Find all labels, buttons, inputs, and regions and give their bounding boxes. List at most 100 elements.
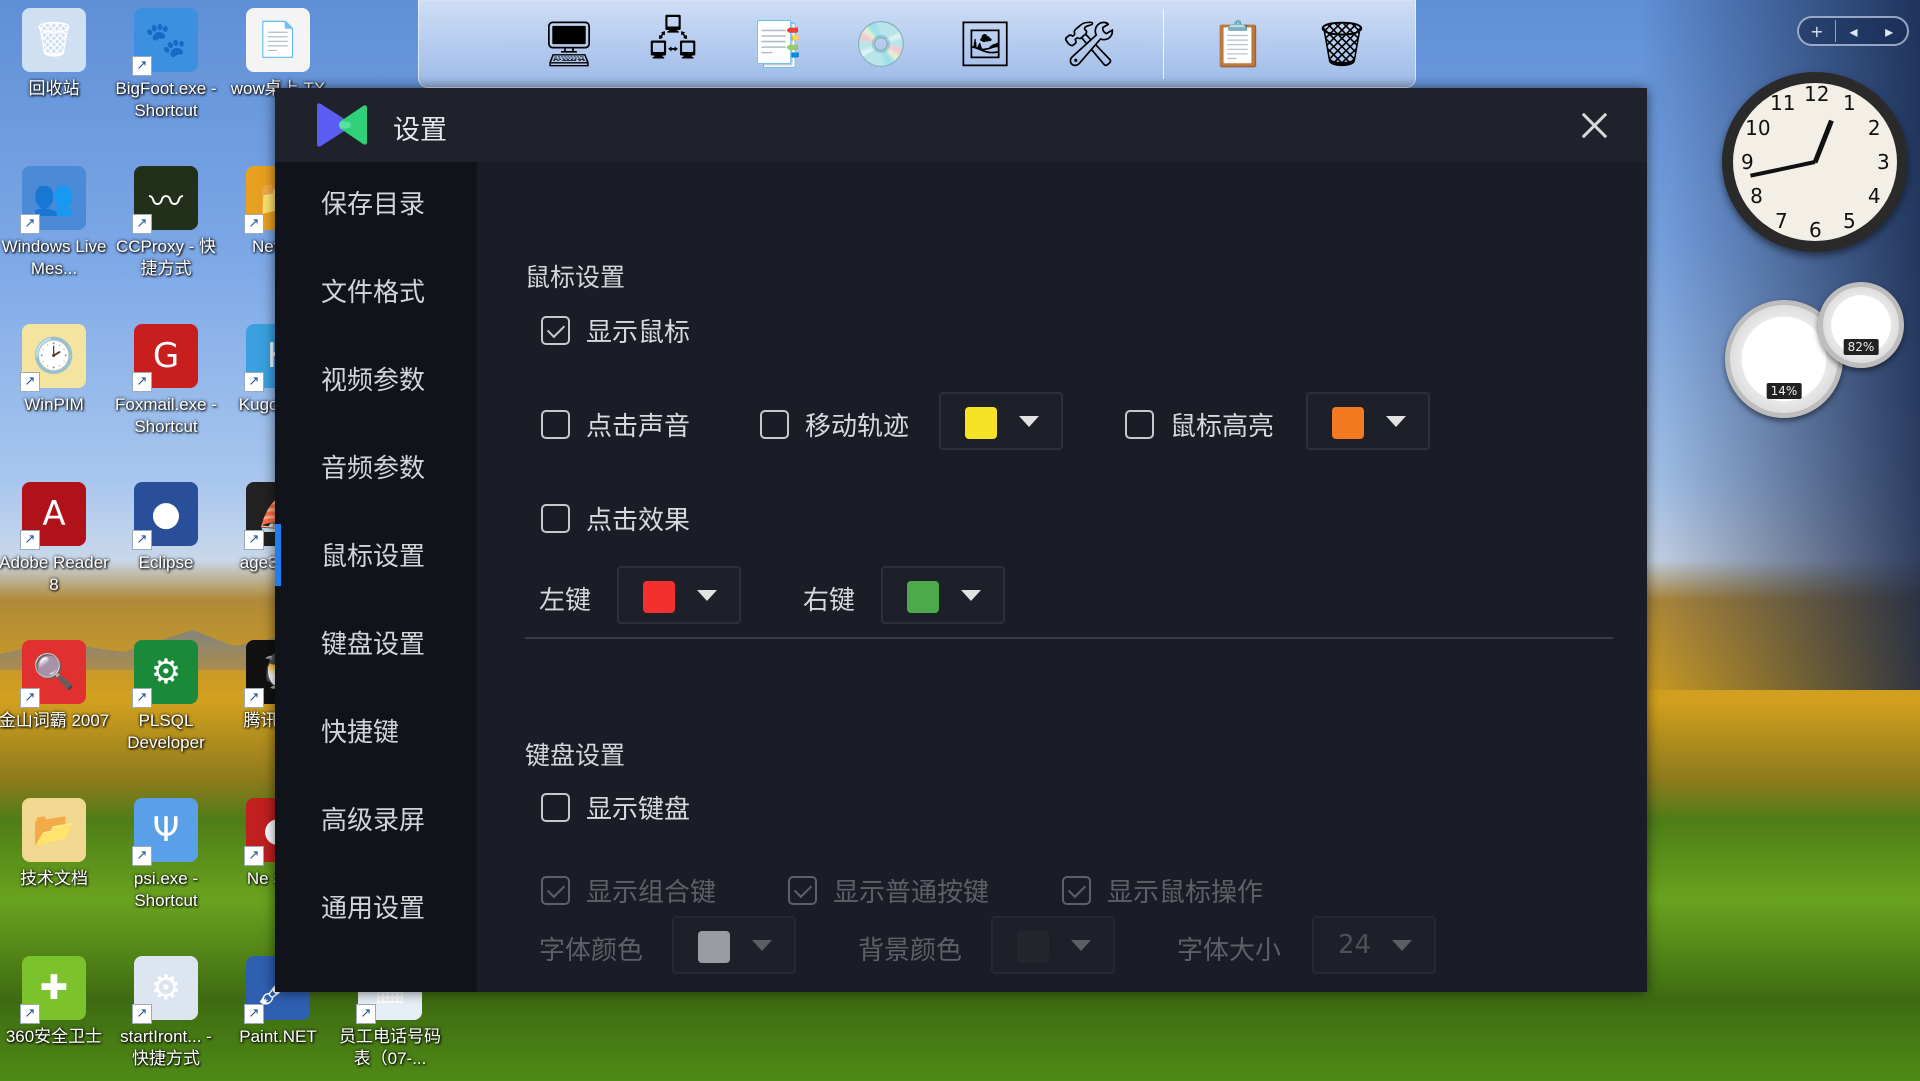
clock-number: 1 bbox=[1843, 91, 1856, 116]
checkbox-box[interactable] bbox=[788, 876, 817, 905]
right-button-color-select[interactable] bbox=[881, 566, 1005, 624]
desktop-icon[interactable]: 〰 ↗ CCProxy - 快捷方式 bbox=[110, 166, 222, 280]
checkbox-box[interactable] bbox=[541, 876, 570, 905]
move-trail-color-select[interactable] bbox=[939, 392, 1063, 450]
shortcut-arrow-icon: ↗ bbox=[20, 688, 40, 708]
bg-color-select[interactable] bbox=[991, 916, 1115, 974]
shortcut-arrow-icon: ↗ bbox=[244, 1004, 264, 1024]
desktop-icon[interactable]: ● ↗ Eclipse bbox=[110, 482, 222, 574]
next-gadget-button[interactable]: ▸ bbox=[1871, 22, 1907, 41]
recycle-bin-icon[interactable]: 🗑 bbox=[1312, 9, 1372, 79]
cursor-highlight-color-select[interactable] bbox=[1306, 392, 1430, 450]
left-button-color-select[interactable] bbox=[617, 566, 741, 624]
sidebar-nav-item[interactable]: 键盘设置 bbox=[321, 624, 425, 661]
settings-sidebar: 保存目录文件格式视频参数音频参数鼠标设置键盘设置快捷键高级录屏通用设置 bbox=[275, 162, 477, 992]
paw-icon: 🐾 ↗ bbox=[132, 8, 198, 76]
memory-meter-gadget[interactable]: 82% bbox=[1818, 282, 1904, 368]
desktop-icon[interactable]: G ↗ Foxmail.exe - Shortcut bbox=[110, 324, 222, 438]
cpu-meter-value: 14% bbox=[1766, 383, 1802, 399]
adobe-reader-icon: A ↗ bbox=[20, 482, 86, 550]
checkbox-box[interactable] bbox=[541, 410, 570, 439]
sidebar-nav-item[interactable]: 文件格式 bbox=[321, 272, 425, 309]
checkbox-box[interactable] bbox=[541, 316, 570, 345]
desktop-icon[interactable]: ✚ ↗ 360安全卫士 bbox=[0, 956, 110, 1048]
show-cursor-checkbox[interactable]: 显示鼠标 bbox=[541, 312, 690, 349]
desktop-icon[interactable]: 👥 ↗ Windows Live Mes... bbox=[0, 166, 110, 280]
move-trail-checkbox[interactable]: 移动轨迹 bbox=[760, 406, 909, 443]
desktop-icon[interactable]: 🗑 回收站 bbox=[0, 8, 110, 100]
close-icon[interactable] bbox=[1577, 108, 1611, 142]
computer-icon[interactable]: 🖥 bbox=[539, 9, 599, 79]
clock-gadget[interactable]: 12 1 2 3 4 5 6 7 8 9 10 11 bbox=[1722, 72, 1908, 252]
desktop-icon[interactable]: ⚙ ↗ PLSQL Developer bbox=[110, 640, 222, 754]
clock-hour-hand bbox=[1812, 119, 1834, 163]
network-icon[interactable]: 🖧 bbox=[643, 9, 703, 79]
font-color-select[interactable] bbox=[672, 916, 796, 974]
bg-color-label: 背景颜色 bbox=[858, 936, 963, 966]
sidebar-nav-item[interactable]: 鼠标设置 bbox=[321, 536, 425, 573]
desktop-icon-label: 360安全卫士 bbox=[5, 1027, 103, 1046]
desktop-icon[interactable]: A ↗ Adobe Reader 8 bbox=[0, 482, 110, 596]
show-keyboard-label: 显示键盘 bbox=[586, 795, 691, 825]
recycle-bin-icon: 🗑 bbox=[22, 8, 86, 72]
click-sound-label: 点击声音 bbox=[586, 412, 691, 442]
clock-number: 5 bbox=[1843, 208, 1856, 233]
control-panel-icon[interactable]: 🛠 bbox=[1059, 9, 1119, 79]
winpim-icon: 🕑 ↗ bbox=[20, 324, 86, 392]
desktop-icon[interactable]: 🐾 ↗ BigFoot.exe - Shortcut bbox=[110, 8, 222, 122]
messenger-icon: 👥 ↗ bbox=[20, 166, 86, 234]
show-mouse-actions-checkbox[interactable]: 显示鼠标操作 bbox=[1062, 872, 1263, 909]
show-normal-keys-checkbox[interactable]: 显示普通按键 bbox=[788, 872, 989, 909]
cursor-highlight-label: 鼠标高亮 bbox=[1170, 412, 1275, 442]
show-combo-keys-label: 显示组合键 bbox=[586, 878, 717, 908]
click-sound-checkbox[interactable]: 点击声音 bbox=[541, 406, 690, 443]
music-icon[interactable]: 💿 bbox=[851, 9, 911, 79]
checkbox-box[interactable] bbox=[541, 793, 570, 822]
plsql-icon: ⚙ ↗ bbox=[132, 640, 198, 708]
sidebar-nav-item[interactable]: 保存目录 bbox=[321, 184, 425, 221]
desktop-icon[interactable]: ⚙ ↗ startIront... - 快捷方式 bbox=[110, 956, 222, 1070]
documents-icon[interactable]: 📑 bbox=[747, 9, 807, 79]
right-button-label: 右键 bbox=[803, 586, 856, 616]
sidebar-nav-item[interactable]: 通用设置 bbox=[321, 888, 425, 925]
desktop-icon[interactable]: Ψ ↗ psi.exe - Shortcut bbox=[110, 798, 222, 912]
checkbox-box[interactable] bbox=[1062, 876, 1091, 905]
shortcut-arrow-icon: ↗ bbox=[20, 372, 40, 392]
pictures-icon[interactable]: 🖼 bbox=[955, 9, 1015, 79]
color-swatch bbox=[1332, 407, 1364, 439]
prev-gadget-button[interactable]: ◂ bbox=[1836, 22, 1872, 41]
desktop-icon[interactable]: 🔍 ↗ 金山词霸 2007 bbox=[0, 640, 110, 732]
cursor-highlight-checkbox[interactable]: 鼠标高亮 bbox=[1125, 406, 1274, 443]
add-gadget-button[interactable]: + bbox=[1799, 22, 1835, 41]
show-keyboard-checkbox[interactable]: 显示键盘 bbox=[541, 789, 690, 826]
checkbox-box[interactable] bbox=[760, 410, 789, 439]
desktop-icon[interactable]: 📂 技术文档 bbox=[0, 798, 110, 890]
eclipse-icon: ● ↗ bbox=[132, 482, 198, 550]
shortcut-arrow-icon: ↗ bbox=[132, 214, 152, 234]
desktop-icon[interactable]: 🕑 ↗ WinPIM bbox=[0, 324, 110, 416]
clock-number: 9 bbox=[1741, 150, 1754, 174]
font-size-select[interactable]: 24 bbox=[1312, 916, 1436, 974]
dialog-titlebar[interactable]: 设置 bbox=[275, 88, 1647, 162]
desktop-icon-label: Adobe Reader 8 bbox=[0, 553, 109, 594]
desktop-icon-label: startIront... - 快捷方式 bbox=[120, 1027, 212, 1068]
sidebar-nav-item[interactable]: 音频参数 bbox=[321, 448, 425, 485]
font-size-label: 字体大小 bbox=[1177, 936, 1282, 966]
click-effect-checkbox[interactable]: 点击效果 bbox=[541, 500, 690, 537]
desktop-icon[interactable]: 📄wow桌上 TX bbox=[222, 8, 334, 100]
color-swatch bbox=[1017, 931, 1049, 963]
checkbox-box[interactable] bbox=[541, 504, 570, 533]
tasks-icon[interactable]: 📋 bbox=[1208, 9, 1268, 79]
show-normal-keys-label: 显示普通按键 bbox=[833, 878, 990, 908]
sidebar-nav-item[interactable]: 视频参数 bbox=[321, 360, 425, 397]
sidebar-nav-item[interactable]: 快捷键 bbox=[321, 712, 399, 749]
shortcut-arrow-icon: ↗ bbox=[244, 846, 264, 866]
dock-divider bbox=[1163, 9, 1164, 79]
show-combo-keys-checkbox[interactable]: 显示组合键 bbox=[541, 872, 716, 909]
dictionary-icon: 🔍 ↗ bbox=[20, 640, 86, 708]
shortcut-arrow-icon: ↗ bbox=[20, 214, 40, 234]
oscilloscope-icon: 〰 ↗ bbox=[132, 166, 198, 234]
clock-number: 3 bbox=[1877, 150, 1890, 174]
sidebar-nav-item[interactable]: 高级录屏 bbox=[321, 800, 425, 837]
checkbox-box[interactable] bbox=[1125, 410, 1154, 439]
